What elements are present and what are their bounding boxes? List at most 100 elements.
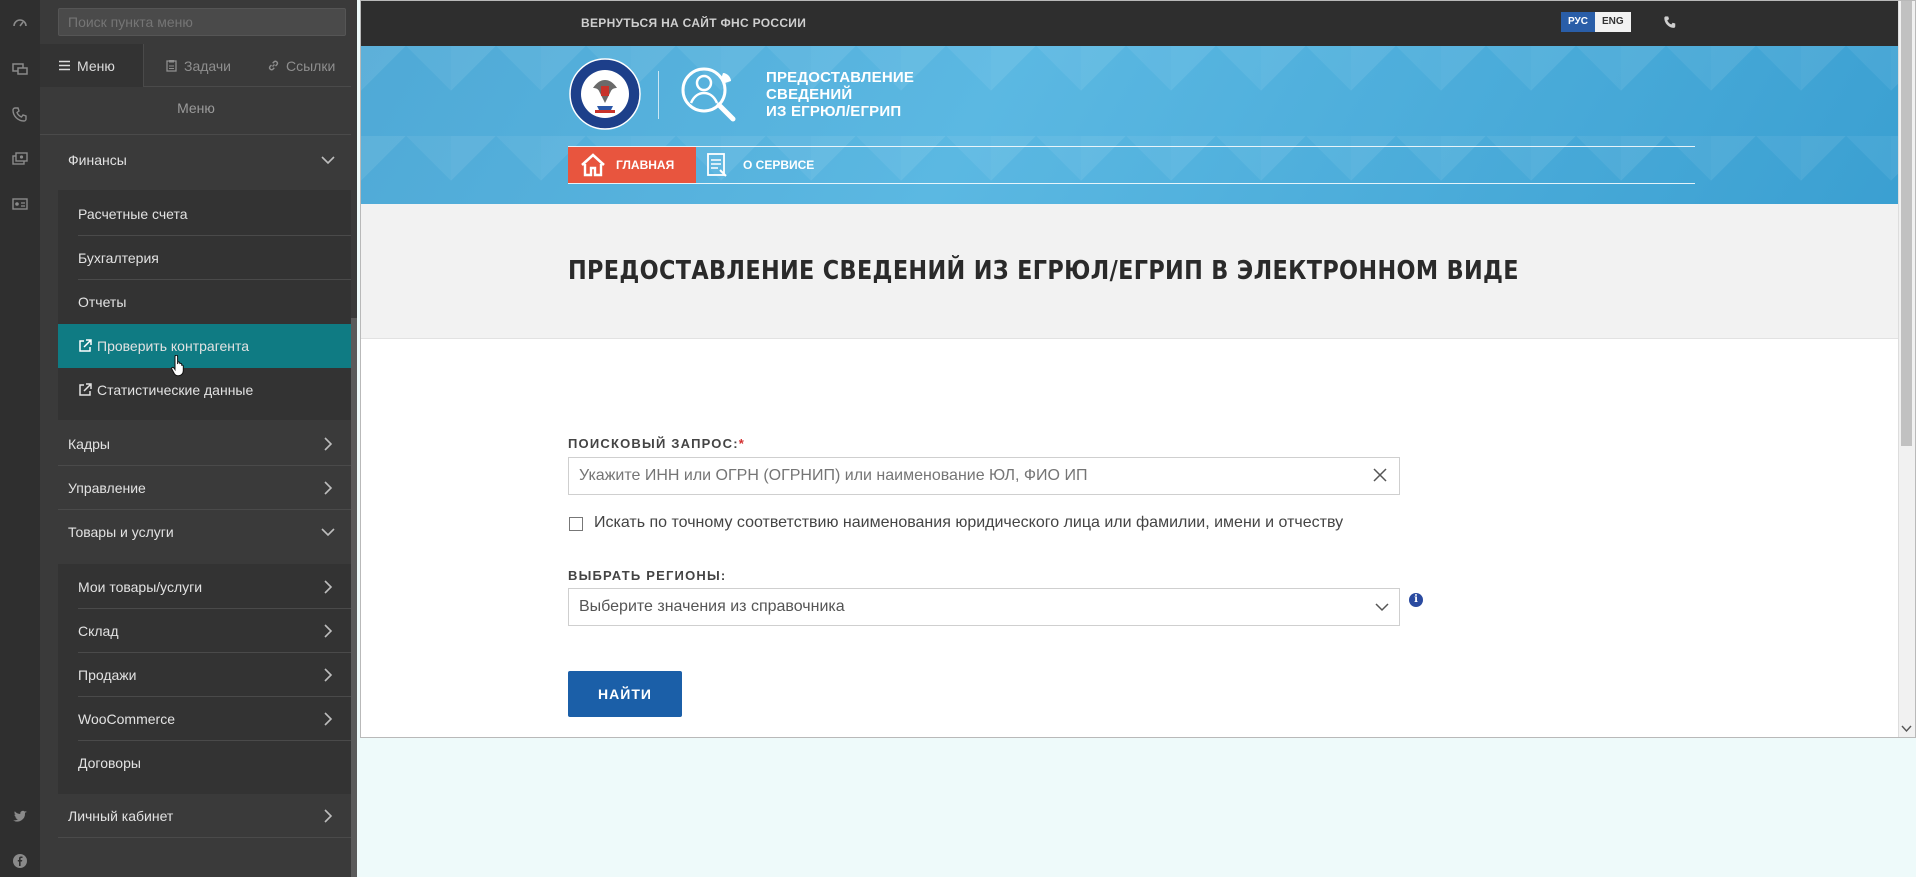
facebook-icon[interactable] <box>11 852 29 870</box>
sidebar-item-label: Отчеты <box>78 294 127 310</box>
service-title-line: ПРЕДОСТАВЛЕНИЕ <box>766 69 915 86</box>
back-to-fns-link[interactable]: ВЕРНУТЬСЯ НА САЙТ ФНС РОССИИ <box>581 16 806 30</box>
sidebar-item-accounts[interactable]: Расчетные счета <box>40 192 352 236</box>
embedded-page: ВЕРНУТЬСЯ НА САЙТ ФНС РОССИИ РУС ENG ПРЕ… <box>360 0 1916 738</box>
sidebar-item-cabinet[interactable]: Личный кабинет <box>40 794 352 838</box>
dashboard-icon[interactable] <box>11 14 29 32</box>
sidebar-item-label: WooCommerce <box>78 711 175 727</box>
sidebar-item-goods[interactable]: Товары и услуги <box>40 510 352 554</box>
chevron-right-icon <box>324 668 333 682</box>
icon-rail <box>0 0 40 877</box>
phone-icon[interactable] <box>11 105 29 123</box>
sidebar-item-label: Личный кабинет <box>68 808 174 824</box>
sidebar-item-management[interactable]: Управление <box>40 466 352 510</box>
service-title-line: СВЕДЕНИЙ <box>766 86 853 103</box>
home-icon <box>581 153 605 177</box>
lang-ru-button[interactable]: РУС <box>1561 12 1595 32</box>
required-mark: * <box>738 436 746 451</box>
info-icon[interactable]: i <box>1409 593 1423 607</box>
chevron-down-icon <box>321 528 335 537</box>
sidebar-item-label: Бухгалтерия <box>78 250 159 266</box>
hand-cursor-icon <box>171 355 184 377</box>
sidebar-item-reports[interactable]: Отчеты <box>40 280 352 324</box>
phone-icon[interactable] <box>1663 15 1677 29</box>
external-link-icon <box>79 339 92 352</box>
tab-menu[interactable]: Меню <box>40 44 144 87</box>
link-icon <box>268 60 279 71</box>
nav-home-tab[interactable]: ГЛАВНАЯ <box>568 147 696 183</box>
sidebar-item-label: Статистические данные <box>97 382 254 398</box>
lang-en-button[interactable]: ENG <box>1594 12 1631 32</box>
clear-icon[interactable] <box>1373 468 1387 482</box>
find-button[interactable]: НАЙТИ <box>568 671 682 717</box>
service-title-line: ИЗ ЕГРЮЛ/ЕГРИП <box>766 103 902 120</box>
chevron-down-icon[interactable] <box>1375 600 1389 614</box>
divider <box>40 134 352 135</box>
sidebar-item-my-goods[interactable]: Мои товары/услуги <box>40 565 352 609</box>
sidebar-item-sales[interactable]: Продажи <box>40 653 352 697</box>
sidebar-item-label: Расчетные счета <box>78 206 188 222</box>
clipboard-icon <box>166 60 177 72</box>
exact-match-label: Искать по точному соответствию наименова… <box>594 514 1344 531</box>
nav-about-tab[interactable]: О СЕРВИСЕ <box>706 147 814 183</box>
chevron-right-icon <box>324 481 333 495</box>
money-icon[interactable] <box>11 150 29 168</box>
sidebar-item-warehouse[interactable]: Склад <box>40 609 352 653</box>
title-band: ПРЕДОСТАВЛЕНИЕ СВЕДЕНИЙ ИЗ ЕГРЮЛ/ЕГРИП В… <box>361 204 1915 339</box>
query-label-text: ПОИСКОВЫЙ ЗАПРОС: <box>568 436 739 451</box>
sidebar-scrollbar-thumb[interactable] <box>351 318 357 877</box>
sidebar-item-label: Продажи <box>78 667 137 683</box>
site-topbar: ВЕРНУТЬСЯ НА САЙТ ФНС РОССИИ РУС ENG <box>361 1 1915 46</box>
chevron-right-icon <box>324 624 333 638</box>
nav-home-label: ГЛАВНАЯ <box>616 158 675 172</box>
page-scrollbar-thumb[interactable] <box>1901 1 1912 446</box>
sidebar-item-label: Мои товары/услуги <box>78 579 203 595</box>
regions-select[interactable]: Выберите значения из справочника <box>568 588 1400 626</box>
chevron-right-icon <box>324 712 333 726</box>
nav-about-label: О СЕРВИСЕ <box>743 158 815 172</box>
header-divider <box>658 71 659 119</box>
sidebar-tabs: Меню Задачи Ссылки <box>40 44 352 87</box>
divider <box>58 837 352 838</box>
external-link-icon <box>79 383 92 396</box>
menu-icon <box>59 60 70 71</box>
tab-tasks[interactable]: Задачи <box>144 44 248 87</box>
fns-emblem-icon[interactable] <box>569 58 641 130</box>
sidebar-item-accounting[interactable]: Бухгалтерия <box>40 236 352 280</box>
chevron-down-icon <box>321 156 335 165</box>
regions-label: ВЫБРАТЬ РЕГИОНЫ: <box>568 568 727 583</box>
menu-heading: Меню <box>177 100 215 116</box>
sidebar-item-check-partner[interactable]: Проверить контрагента <box>58 324 352 368</box>
sidebar-item-label: Кадры <box>68 436 110 452</box>
tab-links-label: Ссылки <box>286 57 336 74</box>
sidebar-item-label: Финансы <box>68 152 127 168</box>
language-switch: РУС ENG <box>1561 12 1631 32</box>
search-query-input[interactable] <box>568 457 1400 495</box>
sidebar-item-woocommerce[interactable]: WooCommerce <box>40 697 352 741</box>
site-header: ПРЕДОСТАВЛЕНИЕ СВЕДЕНИЙ ИЗ ЕГРЮЛ/ЕГРИП Г… <box>361 46 1915 204</box>
sidebar-item-hr[interactable]: Кадры <box>40 422 352 466</box>
sidebar-item-label: Договоры <box>78 755 141 771</box>
sidebar: Меню Задачи Ссылки Меню Финансы Расчетны… <box>40 0 352 877</box>
sidebar-item-contracts[interactable]: Договоры <box>40 741 352 785</box>
chat-icon[interactable] <box>11 60 29 78</box>
tab-menu-label: Меню <box>77 57 115 74</box>
chevron-right-icon <box>324 437 333 451</box>
chevron-right-icon <box>324 809 333 823</box>
menu-search-input[interactable] <box>58 8 346 36</box>
sidebar-item-label: Склад <box>78 623 119 639</box>
page-title: ПРЕДОСТАВЛЕНИЕ СВЕДЕНИЙ ИЗ ЕГРЮЛ/ЕГРИП В… <box>568 256 1519 286</box>
service-title: ПРЕДОСТАВЛЕНИЕ СВЕДЕНИЙ ИЗ ЕГРЮЛ/ЕГРИП <box>766 69 914 120</box>
sidebar-item-finance[interactable]: Финансы <box>40 138 352 182</box>
exact-match-checkbox[interactable] <box>569 517 583 531</box>
tab-tasks-label: Задачи <box>184 57 232 74</box>
service-inspector-icon <box>681 67 736 122</box>
id-card-icon[interactable] <box>11 195 29 213</box>
sidebar-item-label: Товары и услуги <box>68 524 174 540</box>
twitter-icon[interactable] <box>11 807 29 825</box>
sidebar-item-stats[interactable]: Статистические данные <box>40 368 352 412</box>
chevron-right-icon <box>324 580 333 594</box>
scroll-down-arrow-icon[interactable] <box>1901 723 1912 734</box>
query-label: ПОИСКОВЫЙ ЗАПРОС:* <box>568 436 745 451</box>
tab-links[interactable]: Ссылки <box>248 44 352 87</box>
